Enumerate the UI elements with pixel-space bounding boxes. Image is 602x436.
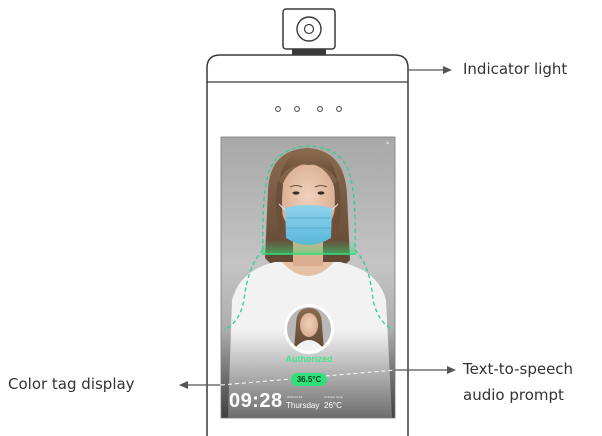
color-tag-label: Color tag display	[8, 375, 135, 393]
body-temp-badge: 36.5°C	[291, 373, 327, 386]
close-icon: ×	[386, 141, 390, 147]
scan-line	[262, 240, 356, 254]
ambient-temp-label: Ambient Temp	[324, 395, 344, 399]
tts-label-line1: Text-to-speech	[463, 360, 574, 378]
tts-label-line2: audio prompt	[463, 386, 564, 404]
camera-module	[282, 8, 336, 55]
weekday-text: Thursday	[286, 401, 320, 410]
person-avatar-icon	[284, 304, 334, 354]
status-text: Authorized	[285, 354, 333, 364]
ambient-temp-value: 26°C	[324, 401, 342, 410]
date-text: 2020-04-16	[287, 395, 303, 399]
indicator-light-label: Indicator light	[463, 60, 568, 78]
clock-time: 09:28	[229, 390, 283, 412]
